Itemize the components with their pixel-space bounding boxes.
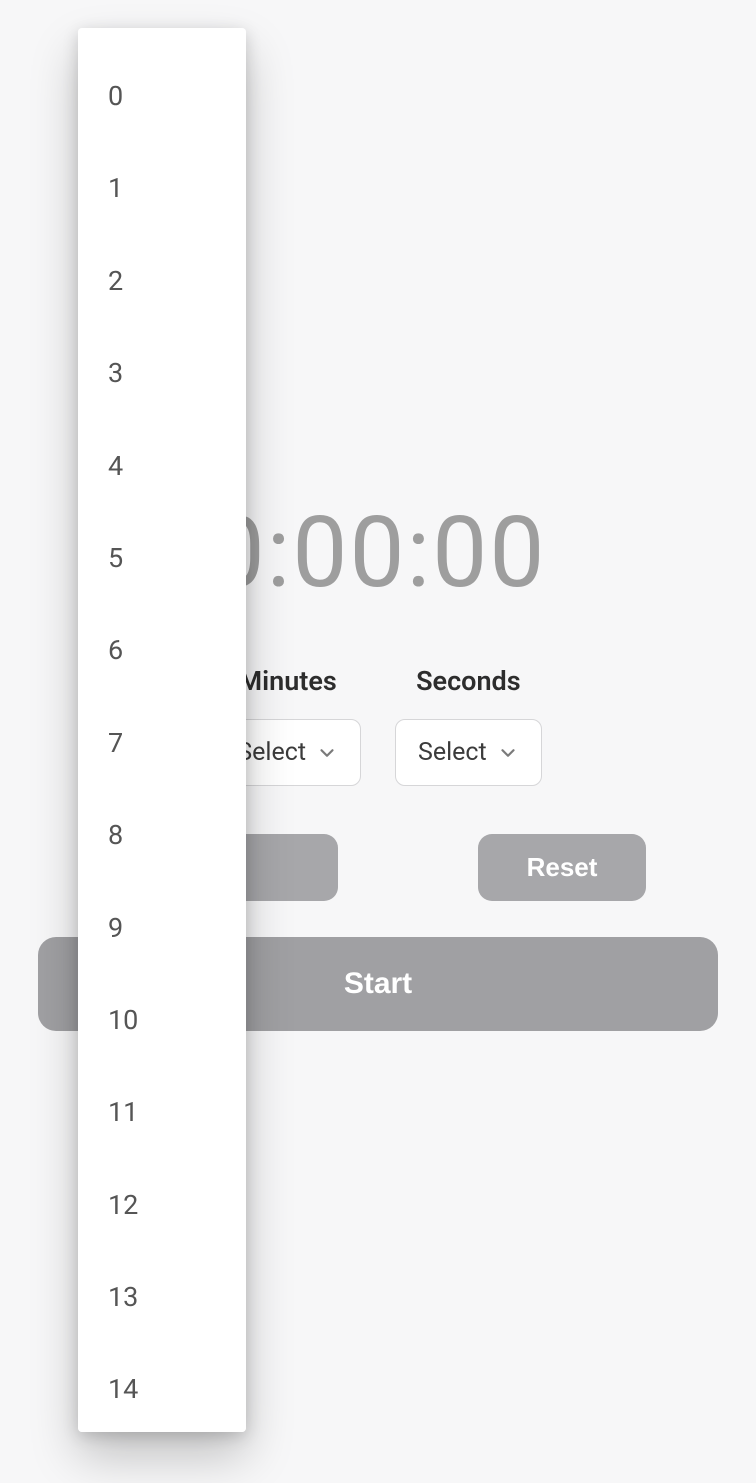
chevron-down-icon xyxy=(316,742,338,764)
dropdown-option[interactable]: 13 xyxy=(78,1251,246,1343)
seconds-label: Seconds xyxy=(416,665,521,697)
dropdown-option[interactable]: 6 xyxy=(78,604,246,696)
dropdown-option[interactable]: 2 xyxy=(78,235,246,327)
minutes-select-value: Select xyxy=(237,738,306,767)
dropdown-option[interactable]: 0 xyxy=(78,50,246,142)
dropdown-option[interactable]: 3 xyxy=(78,327,246,419)
dropdown-option[interactable]: 11 xyxy=(78,1066,246,1158)
hours-dropdown-menu[interactable]: 01234567891011121314 xyxy=(78,28,246,1432)
dropdown-option[interactable]: 9 xyxy=(78,882,246,974)
seconds-select-value: Select xyxy=(418,738,487,767)
dropdown-option[interactable]: 8 xyxy=(78,789,246,881)
minutes-label: Minutes xyxy=(239,665,337,697)
selectors-row: Minutes Select Seconds Select xyxy=(214,665,541,786)
dropdown-option[interactable]: 12 xyxy=(78,1159,246,1251)
dropdown-option[interactable]: 14 xyxy=(78,1343,246,1432)
chevron-down-icon xyxy=(497,742,519,764)
seconds-select[interactable]: Select xyxy=(395,719,542,786)
dropdown-option[interactable]: 7 xyxy=(78,697,246,789)
dropdown-option[interactable]: 10 xyxy=(78,974,246,1066)
dropdown-option[interactable]: 1 xyxy=(78,142,246,234)
dropdown-option[interactable]: 4 xyxy=(78,420,246,512)
timer-display: 0:00:00 xyxy=(210,495,547,610)
seconds-selector-col: Seconds Select xyxy=(395,665,542,786)
dropdown-option[interactable]: 5 xyxy=(78,512,246,604)
reset-button[interactable]: Reset xyxy=(478,834,646,901)
